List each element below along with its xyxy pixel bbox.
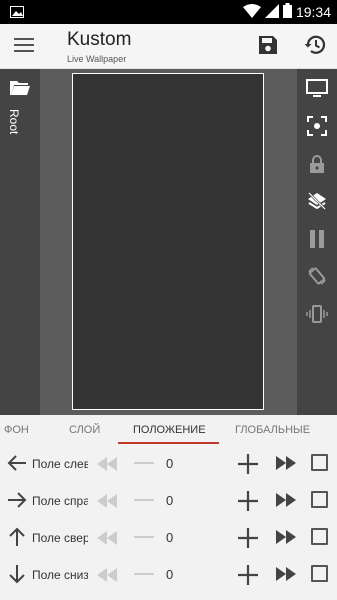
list-item-padding-right: Поле справа 0 bbox=[0, 482, 337, 519]
fast-forward-icon[interactable] bbox=[275, 456, 297, 475]
field-label: Поле сверху bbox=[32, 531, 88, 545]
fast-rewind-icon[interactable] bbox=[96, 457, 118, 476]
decrement-button[interactable] bbox=[134, 462, 154, 464]
tab-globals[interactable]: ГЛОБАЛЬНЫЕ bbox=[235, 424, 310, 436]
checkbox[interactable] bbox=[311, 528, 328, 545]
fast-rewind-icon[interactable] bbox=[96, 568, 118, 587]
rotate-icon[interactable] bbox=[305, 264, 329, 288]
tab-layer[interactable]: СЛОЙ bbox=[69, 424, 100, 436]
tab-position[interactable]: ПОЛОЖЕНИЕ bbox=[133, 424, 206, 436]
left-panel: Root bbox=[0, 69, 40, 415]
arrow-up-icon bbox=[6, 527, 28, 552]
vibrate-icon[interactable] bbox=[305, 302, 329, 326]
status-bar: 19:34 bbox=[0, 0, 337, 24]
increment-button[interactable] bbox=[237, 527, 259, 554]
arrow-left-icon bbox=[6, 453, 28, 478]
folder-icon[interactable] bbox=[10, 79, 30, 101]
checkbox[interactable] bbox=[311, 491, 328, 508]
pause-icon[interactable] bbox=[305, 227, 329, 251]
preview-icon[interactable] bbox=[305, 77, 329, 101]
save-icon[interactable] bbox=[257, 34, 279, 61]
increment-button[interactable] bbox=[237, 564, 259, 591]
arrow-right-icon bbox=[6, 490, 28, 515]
field-label: Поле справа bbox=[32, 494, 88, 508]
checkbox[interactable] bbox=[311, 454, 328, 471]
field-label: Поле слева bbox=[32, 457, 88, 471]
fast-rewind-icon[interactable] bbox=[96, 531, 118, 550]
focus-icon[interactable] bbox=[305, 114, 329, 138]
fast-forward-icon[interactable] bbox=[275, 567, 297, 586]
menu-icon[interactable] bbox=[14, 36, 36, 59]
list-item-padding-left: Поле слева 0 bbox=[0, 445, 337, 482]
app-subtitle: Live Wallpaper bbox=[67, 54, 127, 64]
arrow-down-icon bbox=[6, 564, 28, 589]
wallpaper-canvas[interactable] bbox=[72, 73, 264, 410]
lock-icon[interactable] bbox=[305, 152, 329, 176]
decrement-button[interactable] bbox=[134, 573, 154, 575]
fast-forward-icon[interactable] bbox=[275, 530, 297, 549]
tab-bar: ФОН СЛОЙ ПОЛОЖЕНИЕ ГЛОБАЛЬНЫЕ bbox=[0, 418, 337, 444]
fast-rewind-icon[interactable] bbox=[96, 494, 118, 513]
layers-icon[interactable] bbox=[305, 189, 329, 213]
app-bar: Kustom Live Wallpaper bbox=[0, 24, 337, 69]
decrement-button[interactable] bbox=[134, 536, 154, 538]
fast-forward-icon[interactable] bbox=[275, 493, 297, 512]
field-value: 0 bbox=[166, 493, 174, 508]
list-item-padding-top: Поле сверху 0 bbox=[0, 519, 337, 556]
active-tab-indicator bbox=[118, 442, 219, 444]
field-value: 0 bbox=[166, 530, 174, 545]
checkbox[interactable] bbox=[311, 565, 328, 582]
field-label: Поле снизу bbox=[32, 568, 88, 582]
wifi-icon bbox=[242, 3, 261, 21]
tab-background[interactable]: ФОН bbox=[4, 424, 29, 436]
app-title: Kustom bbox=[67, 29, 132, 50]
field-value: 0 bbox=[166, 456, 174, 471]
signal-icon bbox=[264, 3, 279, 21]
editor-preview-area: Root bbox=[0, 69, 337, 415]
status-time: 19:34 bbox=[295, 4, 331, 20]
battery-icon bbox=[282, 3, 292, 21]
right-toolbar bbox=[297, 69, 337, 415]
history-icon[interactable] bbox=[303, 34, 327, 61]
decrement-button[interactable] bbox=[134, 499, 154, 501]
field-value: 0 bbox=[166, 567, 174, 582]
list-item-padding-bottom: Поле снизу 0 bbox=[0, 556, 337, 593]
image-icon bbox=[10, 5, 24, 23]
increment-button[interactable] bbox=[237, 453, 259, 480]
increment-button[interactable] bbox=[237, 490, 259, 517]
root-label[interactable]: Root bbox=[7, 109, 21, 134]
